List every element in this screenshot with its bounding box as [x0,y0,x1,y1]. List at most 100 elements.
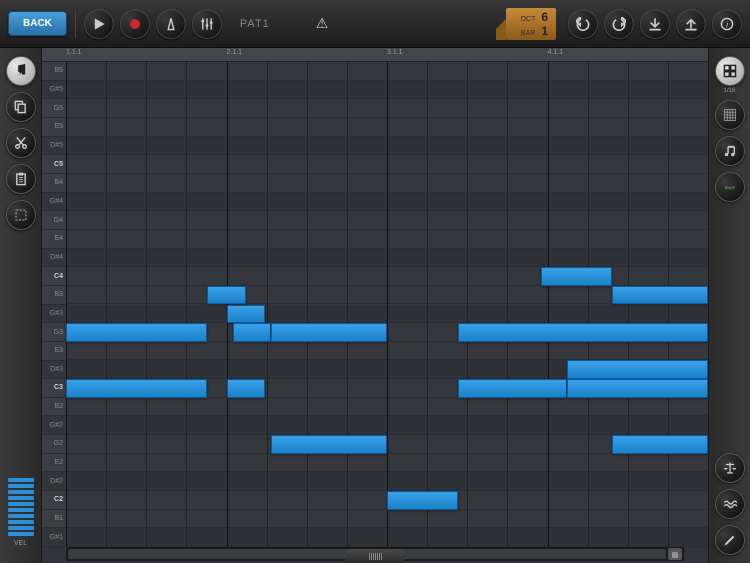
top-toolbar: BACK PAT1 ⚠ OCT 6 BAR 1 i [0,0,750,48]
undo-icon [576,17,590,31]
midi-note[interactable] [458,379,567,398]
key-label: E2 [42,454,66,473]
music-note-icon [14,64,28,78]
select-tool[interactable] [6,200,36,230]
record-button[interactable] [120,9,150,39]
key-label: G2 [42,435,66,454]
cut-tool[interactable] [6,128,36,158]
metronome-button[interactable] [156,9,186,39]
right-toolbar: 1/16 SNAP [708,48,750,563]
copy-tool[interactable] [6,92,36,122]
velocity-meter[interactable]: VEL [8,478,34,547]
eighth-notes-icon [723,144,737,158]
key-label: D#4 [42,249,66,268]
midi-note[interactable] [227,305,266,324]
key-label: B5 [42,62,66,81]
piano-roll: 1.1.12.1.13.1.14.1.1 B5G#5G5E5D#5C5B4G#4… [42,48,708,563]
wave-icon [723,497,737,511]
key-labels: B5G#5G5E5D#5C5B4G#4G4E4D#4C4B3G#3G3E3D#3… [42,62,66,547]
key-label: G5 [42,99,66,118]
expand-button[interactable]: ▦ [668,548,682,560]
svg-text:i: i [726,19,729,29]
key-label: C4 [42,267,66,286]
selection-icon [14,208,28,222]
key-label: G#1 [42,528,66,547]
oct-value: 6 [541,10,548,24]
play-button[interactable] [84,9,114,39]
midi-note[interactable] [387,491,458,510]
midi-note[interactable] [271,323,387,342]
wave-tool[interactable] [715,489,745,519]
time-ruler[interactable]: 1.1.12.1.13.1.14.1.1 [42,48,708,62]
midi-note[interactable] [541,267,612,286]
paste-tool[interactable] [6,164,36,194]
note-length-tool[interactable] [715,136,745,166]
scales-icon [723,461,737,475]
key-label: B3 [42,286,66,305]
key-label: B1 [42,510,66,529]
key-label: G#4 [42,193,66,212]
oct-bar-indicator[interactable]: OCT 6 BAR 1 [506,8,556,40]
midi-note[interactable] [458,323,708,342]
ruler-marker: 1.1.1 [66,49,82,56]
key-label: B2 [42,398,66,417]
key-label: G3 [42,323,66,342]
midi-note[interactable] [207,286,246,305]
upload-icon [684,17,698,31]
key-label: E4 [42,230,66,249]
note-grid[interactable] [66,62,708,547]
undo-button[interactable] [568,9,598,39]
key-label: B4 [42,174,66,193]
download-icon [648,17,662,31]
grid-size-tool[interactable] [715,100,745,130]
midi-note[interactable] [227,379,266,398]
snap-icon: SNAP [723,180,737,194]
midi-note[interactable] [612,286,708,305]
midi-note[interactable] [233,323,272,342]
key-label: C2 [42,491,66,510]
pattern-name: PAT1 [240,18,270,30]
divider [75,10,76,38]
key-label: G#3 [42,305,66,324]
grid-icon [723,64,737,78]
warning-icon[interactable]: ⚠ [316,15,329,32]
pencil-icon [723,533,737,547]
key-label: C3 [42,379,66,398]
midi-note[interactable] [66,379,207,398]
grid-view-tool[interactable] [715,56,745,86]
midi-note[interactable] [567,360,708,379]
redo-icon [612,17,626,31]
ruler-marker: 2.1.1 [227,49,243,56]
midi-note[interactable] [567,379,708,398]
sliders-icon [200,17,214,31]
snap-tool[interactable]: SNAP [715,172,745,202]
key-label: G4 [42,211,66,230]
key-label: E5 [42,118,66,137]
bar-label: BAR [521,30,535,37]
record-icon [128,17,142,31]
velocity-label: VEL [8,540,34,547]
copy-icon [14,100,28,114]
key-label: G#2 [42,416,66,435]
keyboard-tab[interactable] [345,549,405,563]
bar-value: 1 [541,24,548,38]
key-label: D#3 [42,361,66,380]
midi-note[interactable] [271,435,387,454]
import-button[interactable] [640,9,670,39]
info-button[interactable]: i [712,9,742,39]
key-label: D#2 [42,472,66,491]
redo-button[interactable] [604,9,634,39]
play-icon [92,17,106,31]
key-label: E3 [42,342,66,361]
mixer-button[interactable] [192,9,222,39]
midi-note[interactable] [66,323,207,342]
oct-label: OCT [521,16,536,23]
export-button[interactable] [676,9,706,39]
pencil-tool[interactable] [715,525,745,555]
midi-note[interactable] [612,435,708,454]
svg-text:SNAP: SNAP [724,185,735,190]
key-label: D#5 [42,137,66,156]
notes-tool[interactable] [6,56,36,86]
quantize-tool[interactable] [715,453,745,483]
back-button[interactable]: BACK [8,11,67,36]
